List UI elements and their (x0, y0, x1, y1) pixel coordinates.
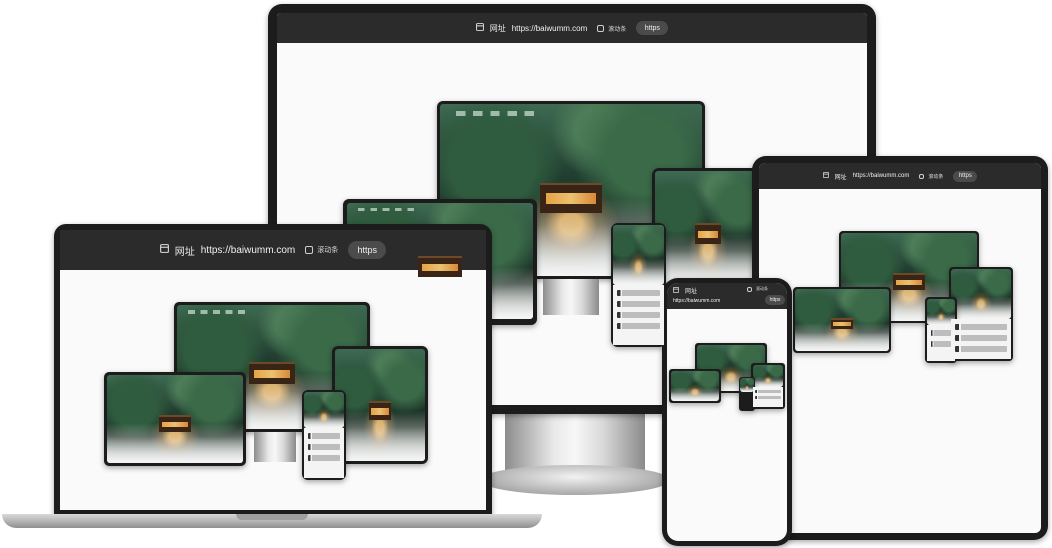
scrollbar-label: 滚动条 (928, 173, 944, 180)
web-page-icon (822, 172, 829, 180)
nested-tablet-frame (652, 168, 764, 288)
url-label: 网址 (489, 23, 506, 33)
url-value: https://baiwumm.com (852, 173, 910, 179)
nested-phone-scene (613, 225, 664, 285)
nested-monitor-stand (543, 279, 599, 315)
nested-phone-list (613, 285, 664, 345)
nested-tablet-scene (655, 171, 761, 285)
phone-nested-tablet (751, 363, 785, 409)
phone-nested-tablet-scene (753, 365, 783, 387)
scrollbar-toggle[interactable]: 滚动条 (597, 24, 626, 33)
tablet-nested-tablet-list (951, 319, 1011, 359)
laptop-nested-tablet-scene (335, 349, 425, 461)
url-value: https://baiwumm.com (511, 23, 588, 33)
https-toggle[interactable]: https (953, 170, 978, 182)
tablet-address-bar: 网址 https://baiwumm.com 滚动条 https (759, 163, 1041, 189)
phone-nested-laptop-scene (671, 371, 719, 401)
tablet-nested-laptop-scene (795, 289, 889, 351)
checkbox-icon[interactable] (305, 246, 314, 254)
scrollbar-label: 滚动条 (317, 247, 339, 254)
laptop-nested-laptop (104, 372, 246, 466)
monitor-url-group[interactable]: 网址 https://baiwumm.com (475, 23, 588, 34)
phone-nested-phone-scene (740, 378, 754, 392)
monitor-stand-base (480, 465, 670, 495)
phone-screen: 网址 https://baiwumm.com 滚动条 https (667, 283, 787, 541)
phone-nested-laptop (669, 369, 721, 403)
web-page-icon (475, 23, 484, 33)
nested-phone-frame (611, 223, 666, 347)
tablet-nested-laptop (793, 287, 891, 353)
laptop-nested-laptop-scene (107, 375, 243, 463)
tablet-nested-phone-list (927, 325, 955, 361)
scrollbar-toggle[interactable]: 滚动条 (747, 286, 768, 292)
scrollbar-label: 滚动条 (608, 26, 627, 33)
scrollbar-toggle[interactable]: 滚动条 (305, 245, 338, 255)
phone-url-group[interactable]: 网址 (673, 286, 697, 295)
checkbox-icon[interactable] (919, 173, 925, 179)
url-label: 网址 (834, 174, 847, 181)
laptop-nested-phone (302, 390, 346, 480)
https-toggle[interactable]: https (765, 295, 785, 305)
https-toggle[interactable]: https (636, 21, 669, 35)
monitor-address-bar: 网址 https://baiwumm.com 滚动条 https (277, 13, 867, 43)
scrollbar-label: 滚动条 (756, 286, 768, 291)
checkbox-icon[interactable] (747, 286, 752, 292)
laptop-nested-monitor-stand (254, 432, 296, 462)
phone-frame: 网址 https://baiwumm.com 滚动条 https (662, 278, 792, 546)
laptop-nested-tablet (332, 346, 428, 464)
url-label: 网址 (685, 289, 698, 295)
phone-address-bar: 网址 https://baiwumm.com 滚动条 https (667, 283, 787, 309)
tablet-frame: 网址 https://baiwumm.com 滚动条 https (752, 156, 1048, 540)
laptop-notch (236, 514, 308, 520)
url-value: https://baiwumm.com (673, 298, 721, 304)
web-page-icon (673, 286, 679, 295)
checkbox-icon[interactable] (597, 24, 605, 32)
laptop-nested-phone-scene (304, 392, 344, 428)
laptop-nested-phone-list (304, 428, 344, 478)
laptop-url-group[interactable]: 网址 https://baiwumm.com (159, 243, 296, 258)
tablet-nested-phone (925, 297, 957, 363)
tablet-url-group[interactable]: 网址 https://baiwumm.com (822, 172, 910, 181)
url-value: https://baiwumm.com (200, 244, 296, 256)
tablet-nested-tablet (949, 267, 1013, 361)
tablet-screen: 网址 https://baiwumm.com 滚动条 https (759, 163, 1041, 533)
scrollbar-toggle[interactable]: 滚动条 (919, 173, 943, 180)
url-label: 网址 (174, 246, 195, 258)
https-toggle[interactable]: https (348, 241, 387, 259)
phone-nested-tablet-list (753, 387, 783, 407)
web-page-icon (159, 244, 169, 256)
tablet-nested-tablet-scene (951, 269, 1011, 319)
